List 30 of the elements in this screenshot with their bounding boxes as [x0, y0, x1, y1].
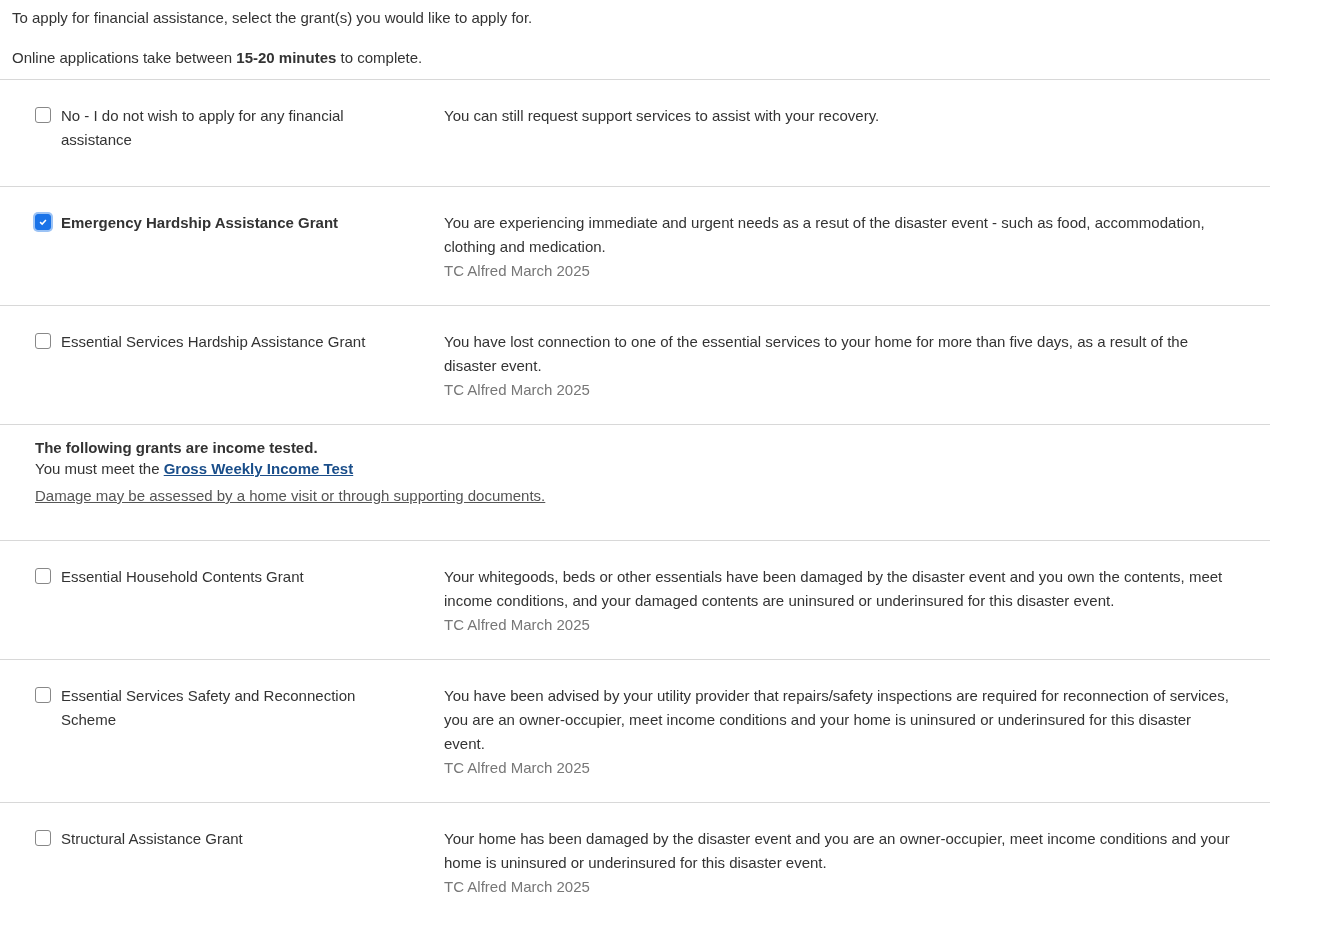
checkbox[interactable] [35, 107, 51, 123]
grant-description: You have been advised by your utility provider that repairs/safety inspections are required for reconnection of services, you are an owner-occupier, meet income conditions and your home is uninsured or underinsured for this disaster event. [444, 686, 1230, 754]
grant-description: You are experiencing immediate and urgent needs as a resut of the disaster event - such as food, accommodation, clothing and medication. [444, 213, 1206, 257]
grant-title[interactable]: Essential Services Safety and Reconnection Scheme [61, 684, 381, 732]
grant-title[interactable]: Structural Assistance Grant [61, 827, 381, 851]
grant-description: Your whitegoods, beds or other essentials have been damaged by the disaster event and you own the contents, meet income conditions, and your damaged contents are uninsured or underinsured for this disaster event. [444, 567, 1224, 611]
checkbox[interactable] [35, 333, 51, 349]
event-label: TC Alfred March 2025 [444, 380, 591, 400]
grant-description: You have lost connection to one of the essential services to your home for more than five days, as a result of the disaster event. [444, 332, 1190, 376]
event-label: TC Alfred March 2025 [444, 261, 591, 281]
event-label: TC Alfred March 2025 [444, 615, 591, 635]
event-label: TC Alfred March 2025 [444, 877, 591, 897]
checkbox[interactable] [35, 687, 51, 703]
grant-title[interactable]: No - I do not wish to apply for any financial assistance [61, 104, 381, 152]
intro-text: Online applications take between 15-20 minutes to complete. [12, 48, 424, 68]
grant-description: You can still request support services to assist with your recovery. [444, 106, 881, 126]
intro-text: To apply for financial assistance, select the grant(s) you would like to apply for. [12, 8, 534, 28]
grant-title[interactable]: Emergency Hardship Assistance Grant [61, 211, 381, 235]
checkbox[interactable] [35, 214, 51, 230]
grant-description: Your home has been damaged by the disaster event and you are an owner-occupier, meet income conditions and your home is uninsured or underinsured for this disaster event. [444, 829, 1230, 873]
grant-title[interactable]: Essential Services Hardship Assistance Grant [61, 330, 381, 354]
damage-note: Damage may be assessed by a home visit or through supporting documents. [35, 487, 547, 504]
checkbox[interactable] [35, 830, 51, 846]
income-test-link[interactable]: Gross Weekly Income Test [163, 460, 354, 477]
section-heading: The following grants are income tested. [35, 439, 319, 456]
checkbox[interactable] [35, 568, 51, 584]
income-note: You must meet the Gross Weekly Income Test [35, 460, 355, 477]
check-icon [38, 217, 48, 227]
grant-title[interactable]: Essential Household Contents Grant [61, 565, 381, 589]
event-label: TC Alfred March 2025 [444, 758, 591, 778]
